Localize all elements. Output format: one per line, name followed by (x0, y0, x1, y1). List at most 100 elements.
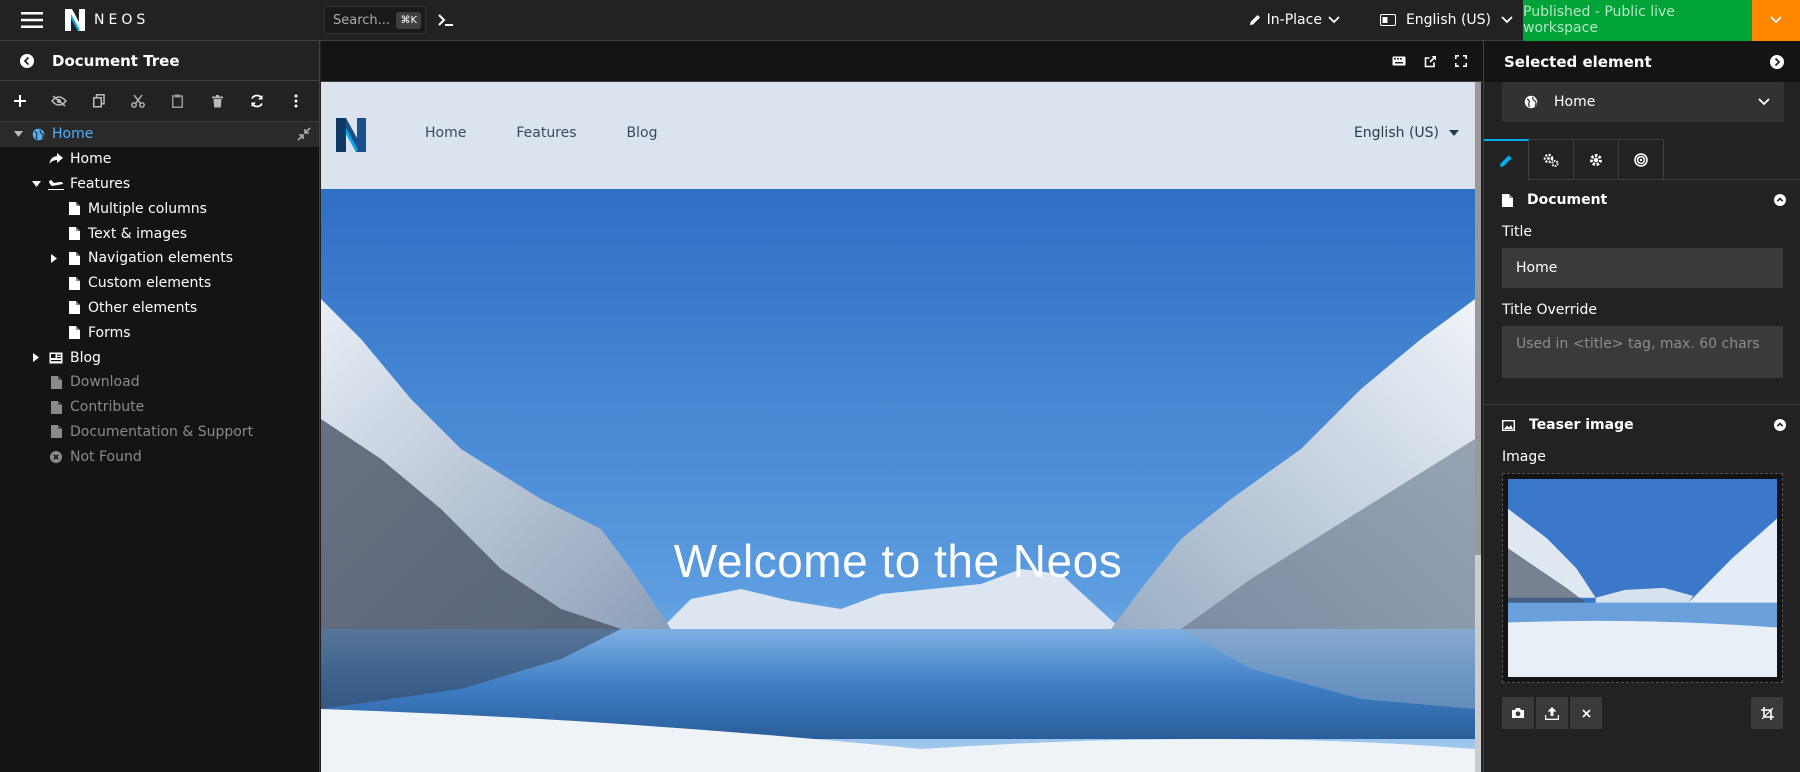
tree-node-toggle[interactable] (30, 353, 42, 363)
tree-node[interactable]: Multiple columns (0, 196, 319, 221)
tree-node[interactable]: Download (0, 370, 319, 395)
search-placeholder: Search... (333, 12, 391, 28)
selected-element-select[interactable]: Home (1502, 82, 1784, 122)
news-icon (49, 352, 63, 364)
caret-down-icon (31, 180, 41, 187)
tab-settings[interactable] (1574, 139, 1619, 180)
delete-node-button[interactable] (198, 81, 238, 122)
publish-button[interactable]: Published - Public live workspace (1523, 0, 1752, 41)
content-preview[interactable]: Home Features Blog English (US) Welcome … (321, 82, 1475, 772)
inspector-tabs (1484, 139, 1800, 180)
tree-node-label: Home (70, 151, 112, 168)
publish-dropdown-button[interactable] (1752, 0, 1800, 41)
globe-icon (1524, 95, 1538, 109)
tree-node-label: Text & images (88, 225, 188, 242)
media-browser-button[interactable] (1502, 697, 1534, 729)
file-icon (1502, 193, 1513, 207)
site-header: Home Features Blog English (US) (321, 82, 1475, 189)
refresh-tree-button[interactable] (237, 81, 277, 122)
tree-node-label: Download (70, 374, 140, 391)
tab-content[interactable] (1484, 139, 1529, 180)
tree-node-label: Forms (88, 324, 131, 341)
site-nav-item[interactable]: Features (516, 125, 576, 141)
keyboard-icon[interactable] (1392, 56, 1406, 66)
add-node-button[interactable] (0, 81, 40, 122)
cut-node-button[interactable] (119, 81, 159, 122)
hide-icon (51, 95, 68, 107)
tree-node[interactable]: Documentation & Support (0, 420, 319, 445)
tree-node[interactable]: Home (0, 147, 319, 172)
tree-node-label: Other elements (88, 299, 198, 316)
tree-node[interactable]: Navigation elements (0, 246, 319, 271)
fullscreen-icon[interactable] (1455, 55, 1467, 67)
inspector-header: Selected element (1484, 41, 1800, 82)
edit-mode-selector[interactable]: In-Place (1241, 0, 1360, 41)
chevron-down-icon (1328, 16, 1340, 24)
teaser-image-section-header[interactable]: Teaser image (1484, 405, 1800, 445)
neos-logo-icon (65, 9, 85, 31)
tree-node[interactable]: Home (0, 122, 319, 147)
upload-button[interactable] (1536, 697, 1568, 729)
tree-node[interactable]: Text & images (0, 221, 319, 246)
tree-node[interactable]: Features (0, 172, 319, 197)
paste-node-button[interactable] (158, 81, 198, 122)
tree-node[interactable]: Contribute (0, 395, 319, 420)
site-logo[interactable] (335, 117, 367, 153)
tab-seo[interactable] (1619, 139, 1664, 180)
hide-node-button[interactable] (40, 81, 80, 122)
copy-node-button[interactable] (79, 81, 119, 122)
tree-node[interactable]: Other elements (0, 296, 319, 321)
preview-scrollbar[interactable] (1475, 82, 1481, 772)
image-editor-preview[interactable] (1502, 473, 1783, 683)
title-override-field[interactable]: Used in <title> tag, max. 60 chars (1502, 326, 1783, 378)
neos-logo[interactable]: NEOS (64, 8, 324, 32)
tree-node-toggle[interactable] (48, 253, 60, 263)
crop-image-button[interactable] (1751, 697, 1783, 729)
pencil-icon (1249, 15, 1260, 25)
tree-node-label: Contribute (70, 399, 145, 416)
tree-node[interactable]: Blog (0, 345, 319, 370)
command-bar-button[interactable] (426, 0, 466, 41)
share-icon (49, 153, 63, 165)
globe-icon (32, 128, 44, 141)
document-section-header[interactable]: Document (1484, 180, 1800, 220)
upload-icon (1545, 706, 1559, 720)
tree-node[interactable]: Custom elements (0, 271, 319, 296)
logo-text: NEOS (94, 12, 150, 28)
remove-image-button[interactable] (1570, 697, 1602, 729)
publish-label: Published - Public live workspace (1523, 4, 1675, 36)
site-nav-item[interactable]: Home (425, 125, 466, 141)
selected-element-label: Home (1554, 94, 1596, 110)
tab-properties[interactable] (1529, 139, 1574, 180)
camera-icon (1512, 708, 1524, 718)
menu-button[interactable] (0, 0, 64, 41)
external-link-icon[interactable] (1424, 55, 1437, 68)
content-canvas-header (321, 41, 1483, 82)
tree-node[interactable]: Forms (0, 320, 319, 345)
file-icon (50, 425, 62, 439)
file-icon (68, 251, 80, 265)
title-override-label: Title Override (1502, 302, 1598, 318)
site-language-menu[interactable]: English (US) (1354, 125, 1459, 141)
collapse-sidebar-icon[interactable] (20, 53, 34, 68)
caret-right-icon (33, 353, 39, 363)
more-actions-button[interactable] (277, 81, 317, 122)
search-input[interactable]: Search... ⌘K (324, 6, 426, 34)
tree-node-toggle[interactable] (12, 131, 24, 138)
teaser-thumbnail-image (1508, 479, 1777, 677)
title-override-placeholder: Used in <title> tag, max. 60 chars (1516, 336, 1760, 352)
collapse-inspector-icon[interactable] (1770, 54, 1784, 69)
file-icon (68, 202, 80, 216)
hamburger-icon (21, 12, 43, 28)
collapse-all-button[interactable] (297, 127, 311, 141)
title-field[interactable]: Home (1502, 248, 1783, 288)
times-circle-icon (50, 450, 62, 463)
add-icon (13, 95, 26, 107)
dimension-selector[interactable]: English (US) (1360, 0, 1523, 41)
tree-node[interactable]: Not Found (0, 444, 319, 469)
tree-node-toggle[interactable] (30, 180, 42, 187)
preview-scrollbar-thumb[interactable] (1475, 82, 1481, 555)
cog-icon (1590, 154, 1602, 166)
site-nav-item[interactable]: Blog (627, 125, 658, 141)
hero-title[interactable]: Welcome to the Neos (321, 534, 1475, 588)
